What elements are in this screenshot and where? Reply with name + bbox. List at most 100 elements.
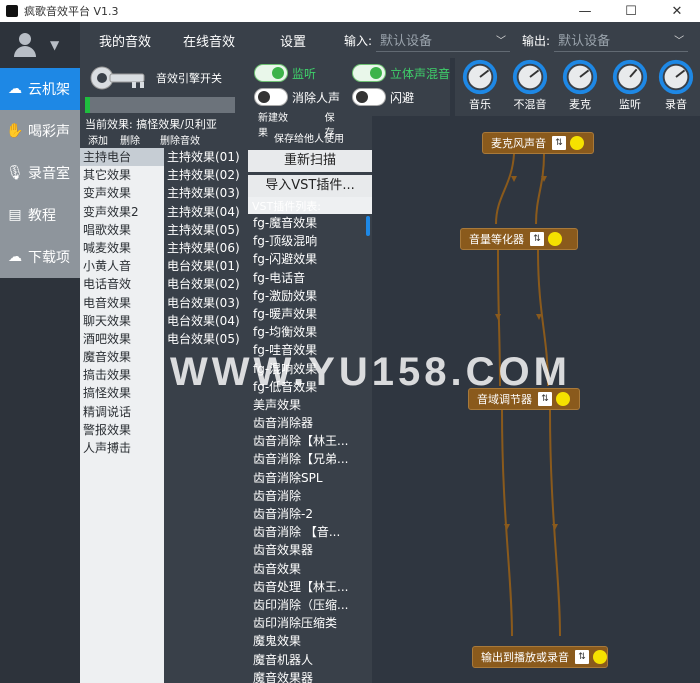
- knob-record[interactable]: 录音: [651, 58, 700, 112]
- nav-item-downloads[interactable]: ☁ 下载项: [0, 236, 80, 278]
- category-list[interactable]: 主持电台 其它效果 变声效果 变声效果2 唱歌效果 喊麦效果 小黄人音 电话音效 电音效果 聊天效…: [80, 148, 164, 683]
- category-item[interactable]: 唱歌效果: [80, 221, 164, 239]
- toggle-stereo-mix[interactable]: 立体声混音: [352, 64, 450, 82]
- preset-item[interactable]: 电台效果(05): [164, 330, 248, 348]
- node-equalizer[interactable]: 音量等化器 ⇅: [460, 228, 578, 250]
- vst-plugin-item[interactable]: 齿音处理【林王...: [248, 578, 372, 596]
- toggle-monitor[interactable]: 监听: [254, 64, 316, 82]
- vst-plugin-list[interactable]: fg-魔音效果 fg-顶级混响 fg-闪避效果 fg-电话音 fg-激励效果 fg-暖声效…: [248, 214, 372, 683]
- knob-mic[interactable]: 麦克: [555, 58, 605, 112]
- preset-item[interactable]: 电台效果(04): [164, 312, 248, 330]
- category-item[interactable]: 其它效果: [80, 166, 164, 184]
- vst-plugin-item[interactable]: 美声效果: [248, 396, 372, 414]
- effect-chain-graph[interactable]: 麦克风声音 ⇅ 音量等化器 ⇅ 音域调节器 ⇅ 输出到播放或录音 ⇅: [372, 116, 700, 683]
- rescan-button[interactable]: 重新扫描: [248, 150, 372, 172]
- switch[interactable]: [352, 64, 386, 82]
- node-settings-icon[interactable]: ⇅: [530, 232, 544, 246]
- avatar-icon[interactable]: [14, 33, 36, 57]
- toggle-vocal-removal[interactable]: 消除人声: [254, 88, 340, 106]
- category-item[interactable]: 搞击效果: [80, 366, 164, 384]
- vst-plugin-item[interactable]: fg-暖声效果: [248, 305, 372, 323]
- preset-item[interactable]: 主持效果(06): [164, 239, 248, 257]
- knob-monitor[interactable]: 监听: [605, 58, 655, 112]
- vst-plugin-item[interactable]: fg-均衡效果: [248, 323, 372, 341]
- node-settings-icon[interactable]: ⇅: [552, 136, 566, 150]
- dial-icon[interactable]: [611, 58, 649, 96]
- category-item[interactable]: 精调说话: [80, 403, 164, 421]
- user-row[interactable]: ▼: [0, 22, 80, 68]
- category-item[interactable]: 喊麦效果: [80, 239, 164, 257]
- category-item[interactable]: 魔音效果: [80, 348, 164, 366]
- vst-plugin-item[interactable]: fg-电话音: [248, 269, 372, 287]
- minimize-button[interactable]: —: [562, 0, 608, 22]
- vst-plugin-item[interactable]: 齿音效果器: [248, 541, 372, 559]
- delete-button[interactable]: 删除: [114, 132, 146, 147]
- vst-plugin-item[interactable]: fg-魔音效果: [248, 214, 372, 232]
- vst-plugin-item[interactable]: fg-顶级混响: [248, 232, 372, 250]
- vst-plugin-item[interactable]: 齿音消除SPL: [248, 469, 372, 487]
- dial-icon[interactable]: [461, 58, 499, 96]
- output-device-select[interactable]: 默认设备 ﹀: [554, 28, 689, 52]
- vst-plugin-item[interactable]: 魔音机器人: [248, 651, 372, 669]
- vst-plugin-item[interactable]: 魔鬼效果: [248, 632, 372, 650]
- engine-switch-icon[interactable]: [88, 64, 148, 92]
- category-item[interactable]: 人声搏击: [80, 439, 164, 457]
- preset-item[interactable]: 主持效果(03): [164, 184, 248, 202]
- preset-item[interactable]: 主持效果(05): [164, 221, 248, 239]
- nav-item-studio[interactable]: 🎙 录音室: [0, 152, 80, 194]
- preset-item[interactable]: 主持效果(04): [164, 203, 248, 221]
- tab-settings[interactable]: 设置: [254, 31, 332, 50]
- category-item[interactable]: 聊天效果: [80, 312, 164, 330]
- knob-music[interactable]: 音乐: [455, 58, 505, 112]
- category-item[interactable]: 主持电台: [80, 148, 164, 167]
- category-item[interactable]: 变声效果: [80, 184, 164, 202]
- preset-item[interactable]: 主持效果(02): [164, 166, 248, 184]
- import-vst-button[interactable]: 导入VST插件...: [248, 175, 372, 197]
- dial-icon[interactable]: [561, 58, 599, 96]
- category-item[interactable]: 酒吧效果: [80, 330, 164, 348]
- vst-plugin-item[interactable]: 齿印消除（压缩...: [248, 596, 372, 614]
- input-device-select[interactable]: 默认设备 ﹀: [376, 28, 511, 52]
- category-item[interactable]: 电话音效: [80, 275, 164, 293]
- switch[interactable]: [254, 88, 288, 106]
- vst-plugin-item[interactable]: fg-闪避效果: [248, 250, 372, 268]
- nav-item-cloud-rack[interactable]: ☁ 云机架: [0, 68, 88, 110]
- vst-plugin-item[interactable]: 齿音消除-2: [248, 505, 372, 523]
- maximize-button[interactable]: ☐: [608, 0, 654, 22]
- vst-plugin-item[interactable]: 齿音效果: [248, 560, 372, 578]
- vst-scrollbar[interactable]: [366, 216, 370, 236]
- preset-item[interactable]: 电台效果(02): [164, 275, 248, 293]
- knob-no-mix[interactable]: 不混音: [505, 58, 555, 112]
- add-button[interactable]: 添加: [82, 132, 114, 147]
- preset-list[interactable]: 主持效果(01) 主持效果(02) 主持效果(03) 主持效果(04) 主持效果(05)…: [164, 148, 248, 683]
- preset-item[interactable]: 电台效果(03): [164, 294, 248, 312]
- vst-plugin-item[interactable]: 齿音消除【林王...: [248, 432, 372, 450]
- dial-icon[interactable]: [511, 58, 549, 96]
- vst-plugin-item[interactable]: 齿音消除【兄弟...: [248, 450, 372, 468]
- close-button[interactable]: ✕: [654, 0, 700, 22]
- delete-effect-button[interactable]: 删除音效: [154, 132, 206, 147]
- tab-online-effects[interactable]: 在线音效: [170, 31, 248, 50]
- caret-down-icon[interactable]: ▼: [50, 38, 59, 52]
- vst-plugin-item[interactable]: 齿音消除 【音...: [248, 523, 372, 541]
- toggle-ducking[interactable]: 闪避: [352, 88, 414, 106]
- preset-item[interactable]: 主持效果(01): [164, 148, 248, 166]
- preset-item[interactable]: 电台效果(01): [164, 257, 248, 275]
- vst-plugin-item[interactable]: 齿印消除压缩类: [248, 614, 372, 632]
- category-item[interactable]: 变声效果2: [80, 203, 164, 221]
- dial-icon[interactable]: [657, 58, 695, 96]
- category-item[interactable]: 警报效果: [80, 421, 164, 439]
- switch[interactable]: [254, 64, 288, 82]
- category-item[interactable]: 小黄人音: [80, 257, 164, 275]
- vst-plugin-item[interactable]: 齿音消除: [248, 487, 372, 505]
- node-mic-input[interactable]: 麦克风声音 ⇅: [482, 132, 594, 154]
- category-item[interactable]: 搞怪效果: [80, 384, 164, 402]
- switch[interactable]: [352, 88, 386, 106]
- category-item[interactable]: 电音效果: [80, 294, 164, 312]
- nav-item-tutorial[interactable]: ▤ 教程: [0, 194, 80, 236]
- nav-item-cheers[interactable]: ✋ 喝彩声: [0, 110, 80, 152]
- node-settings-icon[interactable]: ⇅: [575, 650, 589, 664]
- node-output[interactable]: 输出到播放或录音 ⇅: [472, 646, 608, 668]
- vst-plugin-item[interactable]: 齿音消除器: [248, 414, 372, 432]
- tab-my-effects[interactable]: 我的音效: [86, 31, 164, 50]
